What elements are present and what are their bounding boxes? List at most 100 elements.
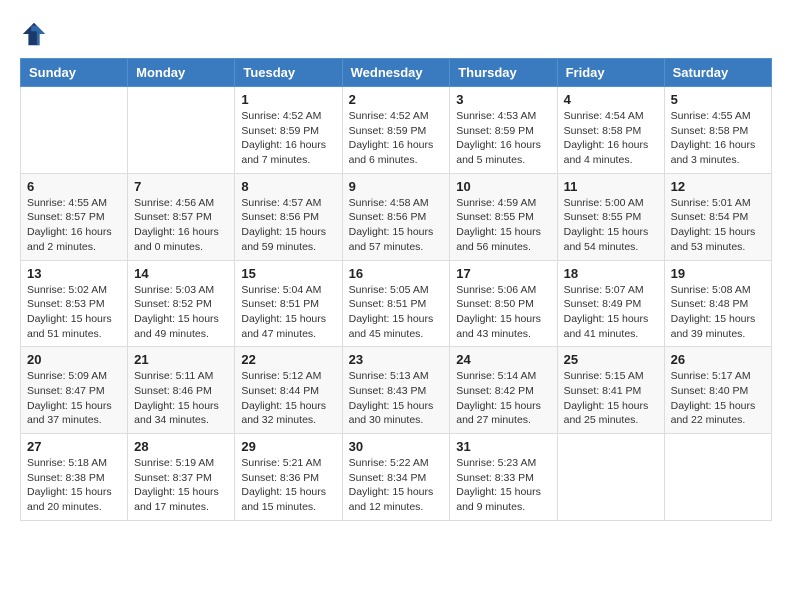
calendar-cell: 5 Sunrise: 4:55 AM Sunset: 8:58 PM Daylig… bbox=[664, 87, 771, 174]
day-number: 11 bbox=[564, 179, 658, 194]
calendar-table: SundayMondayTuesdayWednesdayThursdayFrid… bbox=[20, 58, 772, 521]
day-detail: Sunrise: 5:22 AM Sunset: 8:34 PM Dayligh… bbox=[349, 456, 444, 515]
day-number: 1 bbox=[241, 92, 335, 107]
calendar-week-row: 20 Sunrise: 5:09 AM Sunset: 8:47 PM Dayli… bbox=[21, 347, 772, 434]
day-detail: Sunrise: 4:54 AM Sunset: 8:58 PM Dayligh… bbox=[564, 109, 658, 168]
day-number: 14 bbox=[134, 266, 228, 281]
day-detail: Sunrise: 4:53 AM Sunset: 8:59 PM Dayligh… bbox=[456, 109, 550, 168]
day-number: 10 bbox=[456, 179, 550, 194]
day-number: 30 bbox=[349, 439, 444, 454]
day-number: 25 bbox=[564, 352, 658, 367]
calendar-cell: 3 Sunrise: 4:53 AM Sunset: 8:59 PM Daylig… bbox=[450, 87, 557, 174]
weekday-header: Monday bbox=[128, 59, 235, 87]
day-number: 8 bbox=[241, 179, 335, 194]
calendar-cell: 19 Sunrise: 5:08 AM Sunset: 8:48 PM Dayli… bbox=[664, 260, 771, 347]
day-detail: Sunrise: 5:18 AM Sunset: 8:38 PM Dayligh… bbox=[27, 456, 121, 515]
calendar-cell: 10 Sunrise: 4:59 AM Sunset: 8:55 PM Dayli… bbox=[450, 173, 557, 260]
day-detail: Sunrise: 5:03 AM Sunset: 8:52 PM Dayligh… bbox=[134, 283, 228, 342]
calendar-week-row: 27Sunrise: 5:18 AM Sunset: 8:38 PM Dayli… bbox=[21, 434, 772, 521]
day-detail: Sunrise: 5:01 AM Sunset: 8:54 PM Dayligh… bbox=[671, 196, 765, 255]
calendar-cell: 27Sunrise: 5:18 AM Sunset: 8:38 PM Dayli… bbox=[21, 434, 128, 521]
day-number: 19 bbox=[671, 266, 765, 281]
day-detail: Sunrise: 4:58 AM Sunset: 8:56 PM Dayligh… bbox=[349, 196, 444, 255]
weekday-header: Friday bbox=[557, 59, 664, 87]
calendar-cell: 31 Sunrise: 5:23 AM Sunset: 8:33 PM Dayli… bbox=[450, 434, 557, 521]
calendar-cell: 16Sunrise: 5:05 AM Sunset: 8:51 PM Dayli… bbox=[342, 260, 450, 347]
day-detail: Sunrise: 4:56 AM Sunset: 8:57 PM Dayligh… bbox=[134, 196, 228, 255]
day-detail: Sunrise: 5:00 AM Sunset: 8:55 PM Dayligh… bbox=[564, 196, 658, 255]
day-detail: Sunrise: 4:59 AM Sunset: 8:55 PM Dayligh… bbox=[456, 196, 550, 255]
day-detail: Sunrise: 5:07 AM Sunset: 8:49 PM Dayligh… bbox=[564, 283, 658, 342]
weekday-header: Thursday bbox=[450, 59, 557, 87]
logo bbox=[20, 20, 52, 48]
calendar-cell: 13Sunrise: 5:02 AM Sunset: 8:53 PM Dayli… bbox=[21, 260, 128, 347]
day-detail: Sunrise: 5:08 AM Sunset: 8:48 PM Dayligh… bbox=[671, 283, 765, 342]
day-detail: Sunrise: 5:19 AM Sunset: 8:37 PM Dayligh… bbox=[134, 456, 228, 515]
calendar-week-row: 6Sunrise: 4:55 AM Sunset: 8:57 PM Daylig… bbox=[21, 173, 772, 260]
day-detail: Sunrise: 5:17 AM Sunset: 8:40 PM Dayligh… bbox=[671, 369, 765, 428]
calendar-cell: 24Sunrise: 5:14 AM Sunset: 8:42 PM Dayli… bbox=[450, 347, 557, 434]
calendar-cell: 25 Sunrise: 5:15 AM Sunset: 8:41 PM Dayli… bbox=[557, 347, 664, 434]
day-number: 21 bbox=[134, 352, 228, 367]
calendar-cell: 2 Sunrise: 4:52 AM Sunset: 8:59 PM Daylig… bbox=[342, 87, 450, 174]
day-number: 5 bbox=[671, 92, 765, 107]
calendar-cell bbox=[557, 434, 664, 521]
day-detail: Sunrise: 5:13 AM Sunset: 8:43 PM Dayligh… bbox=[349, 369, 444, 428]
day-number: 13 bbox=[27, 266, 121, 281]
calendar-cell: 18 Sunrise: 5:07 AM Sunset: 8:49 PM Dayli… bbox=[557, 260, 664, 347]
day-number: 31 bbox=[456, 439, 550, 454]
day-detail: Sunrise: 5:09 AM Sunset: 8:47 PM Dayligh… bbox=[27, 369, 121, 428]
day-detail: Sunrise: 5:23 AM Sunset: 8:33 PM Dayligh… bbox=[456, 456, 550, 515]
day-number: 22 bbox=[241, 352, 335, 367]
calendar-cell: 22 Sunrise: 5:12 AM Sunset: 8:44 PM Dayli… bbox=[235, 347, 342, 434]
day-number: 24 bbox=[456, 352, 550, 367]
calendar-cell: 15 Sunrise: 5:04 AM Sunset: 8:51 PM Dayli… bbox=[235, 260, 342, 347]
day-number: 3 bbox=[456, 92, 550, 107]
day-number: 7 bbox=[134, 179, 228, 194]
calendar-cell: 28 Sunrise: 5:19 AM Sunset: 8:37 PM Dayli… bbox=[128, 434, 235, 521]
day-number: 28 bbox=[134, 439, 228, 454]
day-detail: Sunrise: 5:12 AM Sunset: 8:44 PM Dayligh… bbox=[241, 369, 335, 428]
day-detail: Sunrise: 4:52 AM Sunset: 8:59 PM Dayligh… bbox=[241, 109, 335, 168]
weekday-header: Wednesday bbox=[342, 59, 450, 87]
logo-icon bbox=[20, 20, 48, 48]
day-number: 26 bbox=[671, 352, 765, 367]
calendar-cell: 7 Sunrise: 4:56 AM Sunset: 8:57 PM Daylig… bbox=[128, 173, 235, 260]
calendar-cell: 6Sunrise: 4:55 AM Sunset: 8:57 PM Daylig… bbox=[21, 173, 128, 260]
day-number: 15 bbox=[241, 266, 335, 281]
calendar-cell: 21 Sunrise: 5:11 AM Sunset: 8:46 PM Dayli… bbox=[128, 347, 235, 434]
calendar-week-row: 13Sunrise: 5:02 AM Sunset: 8:53 PM Dayli… bbox=[21, 260, 772, 347]
calendar-cell: 23 Sunrise: 5:13 AM Sunset: 8:43 PM Dayli… bbox=[342, 347, 450, 434]
weekday-header: Tuesday bbox=[235, 59, 342, 87]
weekday-header: Saturday bbox=[664, 59, 771, 87]
calendar-cell: 26 Sunrise: 5:17 AM Sunset: 8:40 PM Dayli… bbox=[664, 347, 771, 434]
calendar-cell: 9Sunrise: 4:58 AM Sunset: 8:56 PM Daylig… bbox=[342, 173, 450, 260]
calendar-cell: 30 Sunrise: 5:22 AM Sunset: 8:34 PM Dayli… bbox=[342, 434, 450, 521]
calendar-cell: 4Sunrise: 4:54 AM Sunset: 8:58 PM Daylig… bbox=[557, 87, 664, 174]
day-number: 23 bbox=[349, 352, 444, 367]
day-detail: Sunrise: 5:15 AM Sunset: 8:41 PM Dayligh… bbox=[564, 369, 658, 428]
day-detail: Sunrise: 5:21 AM Sunset: 8:36 PM Dayligh… bbox=[241, 456, 335, 515]
calendar-cell bbox=[128, 87, 235, 174]
calendar-cell bbox=[664, 434, 771, 521]
day-number: 2 bbox=[349, 92, 444, 107]
calendar-header-row: SundayMondayTuesdayWednesdayThursdayFrid… bbox=[21, 59, 772, 87]
day-number: 17 bbox=[456, 266, 550, 281]
day-detail: Sunrise: 4:55 AM Sunset: 8:58 PM Dayligh… bbox=[671, 109, 765, 168]
calendar-cell: 12Sunrise: 5:01 AM Sunset: 8:54 PM Dayli… bbox=[664, 173, 771, 260]
calendar-week-row: 1 Sunrise: 4:52 AM Sunset: 8:59 PM Daylig… bbox=[21, 87, 772, 174]
day-detail: Sunrise: 4:52 AM Sunset: 8:59 PM Dayligh… bbox=[349, 109, 444, 168]
day-number: 20 bbox=[27, 352, 121, 367]
day-detail: Sunrise: 5:04 AM Sunset: 8:51 PM Dayligh… bbox=[241, 283, 335, 342]
day-detail: Sunrise: 5:06 AM Sunset: 8:50 PM Dayligh… bbox=[456, 283, 550, 342]
calendar-cell: 1 Sunrise: 4:52 AM Sunset: 8:59 PM Daylig… bbox=[235, 87, 342, 174]
weekday-header: Sunday bbox=[21, 59, 128, 87]
day-detail: Sunrise: 4:55 AM Sunset: 8:57 PM Dayligh… bbox=[27, 196, 121, 255]
day-number: 18 bbox=[564, 266, 658, 281]
calendar-cell: 8 Sunrise: 4:57 AM Sunset: 8:56 PM Daylig… bbox=[235, 173, 342, 260]
day-detail: Sunrise: 5:11 AM Sunset: 8:46 PM Dayligh… bbox=[134, 369, 228, 428]
day-detail: Sunrise: 5:05 AM Sunset: 8:51 PM Dayligh… bbox=[349, 283, 444, 342]
calendar-cell bbox=[21, 87, 128, 174]
calendar-cell: 29Sunrise: 5:21 AM Sunset: 8:36 PM Dayli… bbox=[235, 434, 342, 521]
day-detail: Sunrise: 4:57 AM Sunset: 8:56 PM Dayligh… bbox=[241, 196, 335, 255]
